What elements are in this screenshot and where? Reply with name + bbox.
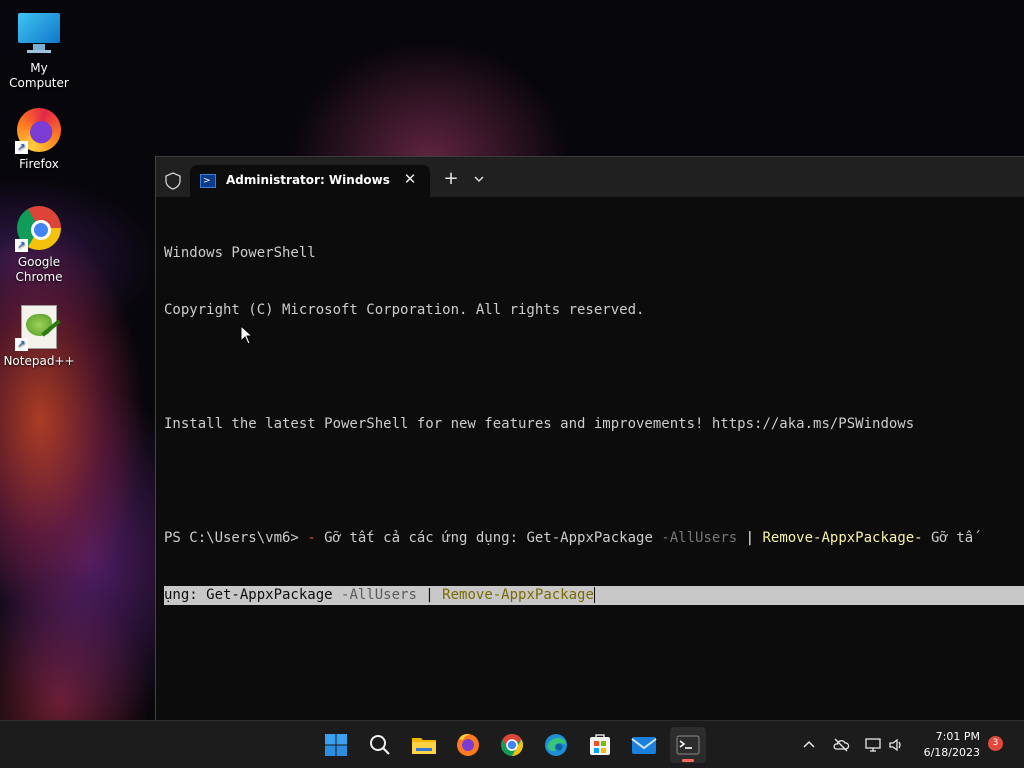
command-text-tail: Gỡ tấ: [922, 530, 974, 546]
firefox-icon: [457, 733, 479, 756]
tab-powershell[interactable]: > Administrator: Windows PowerShell ✕: [190, 165, 430, 197]
mail-taskbar-button[interactable]: [626, 727, 662, 763]
active-app-indicator: [682, 759, 694, 762]
clock-time: 7:01 PM: [935, 730, 980, 743]
taskbar: 7:01 PM 6/18/2023 3: [0, 720, 1024, 768]
console-output[interactable]: Windows PowerShell Copyright (C) Microso…: [164, 206, 1024, 643]
tab-close-button[interactable]: ✕: [400, 169, 420, 189]
command-pipe: |: [416, 587, 443, 603]
folder-icon: [412, 738, 436, 754]
chrome-taskbar-button[interactable]: [494, 727, 530, 763]
text-selection[interactable]: ụng: Get-AppxPackage -AllUsers | Remove-…: [164, 586, 1024, 605]
edge-icon: [545, 734, 567, 756]
notification-badge[interactable]: 3: [988, 736, 1003, 751]
command-cmdlet: Remove-AppxPackage: [442, 587, 594, 603]
command-dash: -: [307, 530, 316, 546]
desktop-icon-label: My Computer: [9, 61, 69, 90]
desktop-icon-label: Notepad++: [3, 354, 75, 368]
console-line: Copyright (C) Microsoft Corporation. All…: [164, 302, 645, 318]
desktop-icon-label: Firefox: [19, 157, 59, 171]
new-tab-button[interactable]: +: [440, 167, 462, 191]
desktop-icon-firefox[interactable]: ↗ Firefox: [1, 106, 77, 172]
windows-logo-icon: [325, 734, 347, 756]
terminal-icon: [676, 735, 700, 755]
firefox-icon: ↗: [15, 106, 63, 154]
edge-taskbar-button[interactable]: [538, 727, 574, 763]
desktop-icon-google-chrome[interactable]: ↗ Google Chrome: [1, 204, 77, 285]
chevron-up-icon[interactable]: [800, 736, 818, 754]
mouse-pointer-icon: [240, 325, 254, 345]
command-pipe: |: [737, 530, 763, 546]
chevron-down-icon[interactable]: [470, 169, 488, 189]
admin-shield-icon: [165, 172, 181, 190]
command-parameter: -AllUsers: [341, 587, 417, 603]
console-line: Install the latest PowerShell for new fe…: [164, 416, 915, 432]
chrome-icon: [501, 734, 523, 756]
clock-date: 6/18/2023: [923, 746, 980, 759]
command-text: Gỡ tất cả các ứng dụng: Get-AppxPackage: [315, 530, 662, 546]
text-cursor: [593, 587, 595, 603]
shortcut-arrow-icon: ↗: [15, 141, 28, 154]
volume-icon[interactable]: [887, 736, 905, 754]
store-icon: [590, 734, 610, 755]
notepadpp-icon: ↗: [15, 303, 63, 351]
search-button[interactable]: [362, 727, 398, 763]
firefox-taskbar-button[interactable]: [450, 727, 486, 763]
terminal-window[interactable]: > Administrator: Windows PowerShell ✕ + …: [155, 156, 1024, 720]
desktop-icon-notepadpp[interactable]: ↗ Notepad++: [1, 303, 77, 369]
command-cmdlet: Remove-AppxPackage-: [762, 530, 923, 546]
command-line-selected[interactable]: ụng: Get-AppxPackage -AllUsers | Remove-…: [164, 586, 1024, 605]
tab-title: Administrator: Windows PowerShell: [226, 173, 390, 187]
file-explorer-button[interactable]: [406, 727, 442, 763]
powershell-icon: >: [200, 174, 216, 188]
network-icon[interactable]: [864, 736, 882, 754]
mail-icon: [631, 737, 657, 754]
search-icon: [370, 735, 390, 755]
shortcut-arrow-icon: ↗: [15, 338, 28, 351]
start-button[interactable]: [318, 727, 354, 763]
chrome-icon: ↗: [15, 204, 63, 252]
system-clock[interactable]: 7:01 PM 6/18/2023: [914, 729, 980, 761]
command-line: PS C:\Users\vm6> - Gỡ tất cả các ứng dụn…: [164, 529, 1024, 548]
console-line: Windows PowerShell: [164, 245, 316, 261]
prompt: PS C:\Users\vm6>: [164, 530, 308, 546]
computer-icon: [15, 10, 63, 58]
terminal-titlebar[interactable]: > Administrator: Windows PowerShell ✕ +: [156, 157, 1024, 197]
shortcut-arrow-icon: ↗: [15, 239, 28, 252]
store-taskbar-button[interactable]: [582, 727, 618, 763]
onedrive-offline-icon[interactable]: [832, 736, 850, 754]
terminal-taskbar-button[interactable]: [670, 727, 706, 763]
command-parameter: -AllUsers: [661, 530, 738, 546]
command-text: ụng: Get-AppxPackage: [164, 587, 342, 603]
desktop-icon-label: Google Chrome: [15, 255, 63, 284]
desktop-icon-my-computer[interactable]: My Computer: [1, 10, 77, 91]
